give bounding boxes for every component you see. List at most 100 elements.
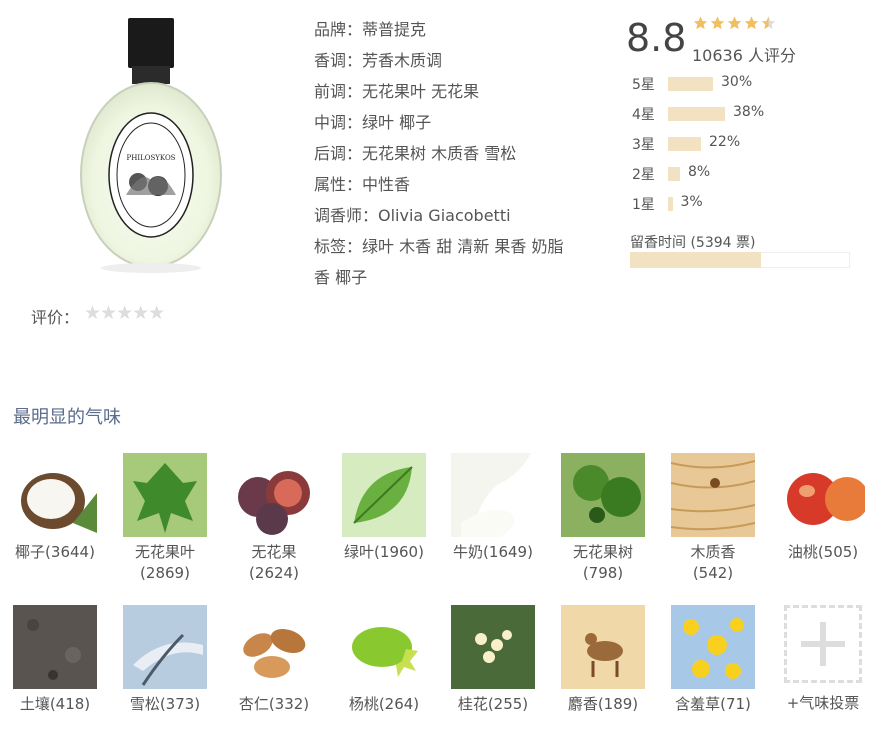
rating-percent: 38% bbox=[733, 104, 765, 120]
add-vote-label: +气味投票 bbox=[786, 694, 860, 712]
perfume-bottle-image: PHILOSYKOS bbox=[80, 18, 222, 273]
note-item[interactable]: 无花果树 (798) bbox=[551, 453, 655, 584]
star-level-label: 3星 bbox=[632, 137, 655, 153]
rating-stars bbox=[692, 15, 777, 35]
note-item[interactable]: 杏仁(332) bbox=[222, 605, 326, 715]
info-value[interactable]: 香 椰子 bbox=[314, 268, 367, 287]
info-value: 无花果叶 无花果 bbox=[362, 82, 480, 101]
coconut-icon bbox=[13, 453, 97, 537]
add-vote-button[interactable]: +气味投票 bbox=[771, 605, 875, 714]
star-level-label: 2星 bbox=[632, 167, 655, 183]
note-item[interactable]: 雪松(373) bbox=[113, 605, 217, 715]
note-label: 牛奶(1649) bbox=[453, 543, 533, 561]
star-level-label: 5星 bbox=[632, 77, 655, 93]
info-label: 调香师： bbox=[314, 206, 379, 225]
star-icon bbox=[710, 16, 725, 30]
evaluation-label: 评价： bbox=[31, 308, 80, 327]
note-label: 桂花(255) bbox=[457, 695, 529, 713]
rating-percent: 30% bbox=[721, 74, 753, 90]
rating-bar bbox=[668, 197, 673, 211]
info-value: 芳香木质调 bbox=[362, 51, 443, 70]
info-row: 香调：芳香木质调 bbox=[314, 45, 604, 76]
note-label: 油桃(505) bbox=[787, 543, 859, 561]
plus-icon bbox=[784, 605, 862, 683]
fig-leaf-icon bbox=[123, 453, 207, 537]
note-item[interactable]: 土壤(418) bbox=[3, 605, 107, 715]
note-label: 椰子(3644) bbox=[15, 543, 95, 561]
fig-tree-icon bbox=[561, 453, 645, 537]
note-item[interactable]: 含羞草(71) bbox=[661, 605, 765, 715]
note-label: 雪松(373) bbox=[129, 695, 201, 713]
rating-score: 8.8 bbox=[626, 16, 687, 60]
info-row: 香 椰子 bbox=[314, 262, 604, 293]
osmanthus-icon bbox=[451, 605, 535, 689]
rating-count: 10636 人评分 bbox=[692, 46, 796, 65]
soil-icon bbox=[13, 605, 97, 689]
star-icon bbox=[744, 16, 759, 30]
info-row: 标签：绿叶 木香 甜 清新 果香 奶脂 bbox=[314, 231, 604, 262]
milk-icon bbox=[451, 453, 535, 537]
note-label: 土壤(418) bbox=[19, 695, 91, 713]
info-value: 中性香 bbox=[362, 175, 411, 194]
info-row: 后调：无花果树 木质香 雪松 bbox=[314, 138, 604, 169]
star-level-label: 1星 bbox=[632, 197, 655, 213]
star-icon bbox=[693, 16, 708, 30]
bottle-label-text: PHILOSYKOS bbox=[127, 154, 176, 162]
starfruit-icon bbox=[342, 605, 426, 689]
rating-percent: 3% bbox=[680, 194, 703, 210]
note-item[interactable]: 无花果叶 (2869) bbox=[113, 453, 217, 584]
info-row: 品牌：蒂普提克 bbox=[314, 14, 604, 45]
note-label: 麝香(189) bbox=[567, 695, 639, 713]
cedar-icon bbox=[123, 605, 207, 689]
rating-bar bbox=[668, 107, 725, 121]
rating-bar bbox=[668, 137, 701, 151]
note-label: 无花果 (2624) bbox=[249, 543, 299, 582]
info-row: 属性：中性香 bbox=[314, 169, 604, 200]
info-value: Olivia Giacobetti bbox=[378, 206, 511, 225]
star-icon bbox=[761, 16, 776, 30]
mimosa-icon bbox=[671, 605, 755, 689]
note-item[interactable]: 麝香(189) bbox=[551, 605, 655, 715]
info-value: 蒂普提克 bbox=[362, 20, 427, 39]
longevity-fill bbox=[630, 252, 761, 268]
note-item[interactable]: 油桃(505) bbox=[771, 453, 875, 563]
info-value[interactable]: 绿叶 木香 甜 清新 果香 奶脂 bbox=[362, 237, 563, 256]
info-row: 中调：绿叶 椰子 bbox=[314, 107, 604, 138]
info-label: 中调： bbox=[314, 113, 363, 132]
info-label: 前调： bbox=[314, 82, 363, 101]
note-label: 木质香 (542) bbox=[690, 543, 736, 582]
info-label: 香调： bbox=[314, 51, 363, 70]
note-item[interactable]: 无花果 (2624) bbox=[222, 453, 326, 584]
note-item[interactable]: 牛奶(1649) bbox=[441, 453, 545, 563]
rating-percent: 8% bbox=[688, 164, 711, 180]
note-label: 绿叶(1960) bbox=[344, 543, 424, 561]
wood-icon bbox=[671, 453, 755, 537]
note-item[interactable]: 桂花(255) bbox=[441, 605, 545, 715]
fig-icon bbox=[232, 453, 316, 537]
info-label: 品牌： bbox=[314, 20, 363, 39]
evaluation-stars[interactable]: ★★★★★ bbox=[84, 302, 165, 324]
info-row: 前调：无花果叶 无花果 bbox=[314, 76, 604, 107]
note-item[interactable]: 木质香 (542) bbox=[661, 453, 765, 584]
info-value: 无花果树 木质香 雪松 bbox=[362, 144, 517, 163]
note-item[interactable]: 绿叶(1960) bbox=[332, 453, 436, 563]
longevity-label: 留香时间 (5394 票) bbox=[630, 235, 756, 251]
note-label: 无花果树 (798) bbox=[572, 543, 633, 582]
star-level-label: 4星 bbox=[632, 107, 655, 123]
note-label: 杨桃(264) bbox=[348, 695, 420, 713]
note-label: 含羞草(71) bbox=[675, 695, 751, 713]
note-item[interactable]: 椰子(3644) bbox=[3, 453, 107, 563]
info-label: 属性： bbox=[314, 175, 363, 194]
rating-bar bbox=[668, 167, 680, 181]
note-label: 无花果叶 (2869) bbox=[134, 543, 195, 582]
note-label: 杏仁(332) bbox=[238, 695, 310, 713]
info-label: 后调： bbox=[314, 144, 363, 163]
info-label: 标签： bbox=[314, 237, 363, 256]
green-leaf-icon bbox=[342, 453, 426, 537]
rating-bar bbox=[668, 77, 713, 91]
musk-deer-icon bbox=[561, 605, 645, 689]
note-item[interactable]: 杨桃(264) bbox=[332, 605, 436, 715]
info-row: 调香师：Olivia Giacobetti bbox=[314, 200, 604, 231]
perfume-info: 品牌：蒂普提克 香调：芳香木质调 前调：无花果叶 无花果 中调：绿叶 椰子 后调：无花果… bbox=[314, 14, 604, 293]
info-value: 绿叶 椰子 bbox=[362, 113, 432, 132]
